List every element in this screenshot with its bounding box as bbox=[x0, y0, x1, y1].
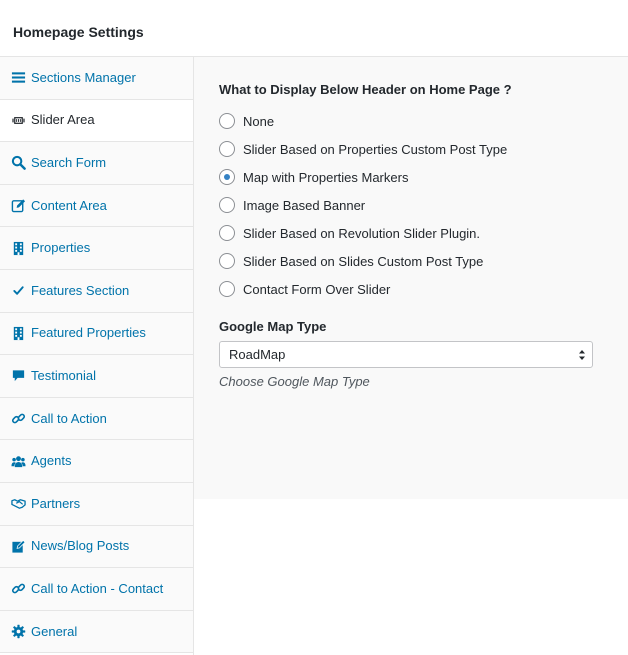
radio-button[interactable] bbox=[219, 113, 235, 129]
display-below-header-heading: What to Display Below Header on Home Pag… bbox=[219, 82, 512, 97]
select-arrows-icon bbox=[578, 348, 586, 362]
option-map-markers[interactable]: Map with Properties Markers bbox=[219, 163, 507, 191]
link-icon bbox=[10, 581, 26, 597]
sidebar-item-general[interactable]: General bbox=[0, 610, 193, 654]
select-value: RoadMap bbox=[229, 347, 286, 362]
sidebar-item-partners[interactable]: Partners bbox=[0, 482, 193, 526]
sidebar-item-label: Search Form bbox=[31, 154, 107, 170]
building-icon bbox=[10, 240, 26, 256]
option-slides-post-type[interactable]: Slider Based on Slides Custom Post Type bbox=[219, 247, 507, 275]
page-header: Homepage Settings bbox=[0, 0, 628, 57]
comment-icon bbox=[10, 368, 26, 384]
building-icon bbox=[10, 325, 26, 341]
sidebar-item-call-to-action[interactable]: Call to Action bbox=[0, 397, 193, 441]
radio-button[interactable] bbox=[219, 225, 235, 241]
sidebar-item-label: Partners bbox=[31, 495, 81, 511]
sidebar-item-label: Properties bbox=[31, 240, 91, 256]
radio-button[interactable] bbox=[219, 281, 235, 297]
slider-area-panel: What to Display Below Header on Home Pag… bbox=[194, 57, 628, 499]
sidebar-item-featured-properties[interactable]: Featured Properties bbox=[0, 312, 193, 356]
option-slider-properties[interactable]: Slider Based on Properties Custom Post T… bbox=[219, 135, 507, 163]
radio-button-checked[interactable] bbox=[219, 169, 235, 185]
option-revolution-slider[interactable]: Slider Based on Revolution Slider Plugin… bbox=[219, 219, 507, 247]
sections-sidebar: Sections Manager Slider Area Search Form… bbox=[0, 57, 194, 655]
sidebar-item-properties[interactable]: Properties bbox=[0, 227, 193, 270]
radio-label: None bbox=[243, 113, 275, 129]
edit-icon bbox=[10, 198, 26, 214]
google-map-type-select[interactable]: RoadMap bbox=[219, 341, 593, 368]
google-map-type-heading: Google Map Type bbox=[219, 319, 327, 334]
link-icon bbox=[10, 411, 26, 427]
sidebar-item-slider-area[interactable]: Slider Area bbox=[0, 99, 193, 143]
slider-icon bbox=[10, 112, 26, 128]
option-image-banner[interactable]: Image Based Banner bbox=[219, 191, 507, 219]
sidebar-item-label: Featured Properties bbox=[31, 325, 146, 341]
sidebar-item-call-to-action-contact[interactable]: Call to Action - Contact bbox=[0, 568, 193, 611]
sidebar-item-label: Agents bbox=[31, 453, 72, 469]
radio-label: Slider Based on Revolution Slider Plugin… bbox=[243, 225, 481, 241]
radio-label: Slider Based on Slides Custom Post Type bbox=[243, 253, 484, 269]
handshake-icon bbox=[10, 496, 26, 512]
sidebar-item-label: Call to Action - Contact bbox=[31, 580, 164, 596]
option-contact-form[interactable]: Contact Form Over Slider bbox=[219, 275, 507, 303]
sidebar-item-label: News/Blog Posts bbox=[31, 538, 130, 554]
page-title: Homepage Settings bbox=[13, 24, 144, 40]
search-icon bbox=[10, 155, 26, 171]
sidebar-item-label: Testimonial bbox=[31, 367, 97, 383]
sidebar-item-label: Call to Action bbox=[31, 410, 107, 426]
sidebar-item-label: Slider Area bbox=[31, 112, 95, 128]
radio-label: Image Based Banner bbox=[243, 197, 366, 213]
google-map-type-description: Choose Google Map Type bbox=[219, 374, 370, 389]
sidebar-item-label: Content Area bbox=[31, 197, 107, 213]
gear-icon bbox=[10, 624, 26, 640]
users-icon bbox=[10, 453, 26, 469]
sidebar-item-content-area[interactable]: Content Area bbox=[0, 184, 193, 228]
radio-button[interactable] bbox=[219, 197, 235, 213]
sidebar-item-news-blog-posts[interactable]: News/Blog Posts bbox=[0, 525, 193, 569]
sidebar-item-sections-manager[interactable]: Sections Manager bbox=[0, 57, 193, 100]
sidebar-item-features-section[interactable]: Features Section bbox=[0, 269, 193, 313]
sidebar-item-testimonial[interactable]: Testimonial bbox=[0, 355, 193, 398]
sidebar-item-label: Sections Manager bbox=[31, 69, 136, 85]
radio-button[interactable] bbox=[219, 253, 235, 269]
check-icon bbox=[10, 283, 26, 299]
display-options-radio-group: None Slider Based on Properties Custom P… bbox=[219, 107, 507, 303]
radio-button[interactable] bbox=[219, 141, 235, 157]
sidebar-item-search-form[interactable]: Search Form bbox=[0, 142, 193, 185]
sidebar-item-agents[interactable]: Agents bbox=[0, 440, 193, 483]
sidebar-item-label: Features Section bbox=[31, 282, 130, 298]
option-none[interactable]: None bbox=[219, 107, 507, 135]
radio-label: Slider Based on Properties Custom Post T… bbox=[243, 141, 508, 157]
edit-icon bbox=[10, 538, 26, 554]
radio-label: Map with Properties Markers bbox=[243, 169, 409, 185]
sidebar-item-label: General bbox=[31, 623, 78, 639]
radio-label: Contact Form Over Slider bbox=[243, 281, 391, 297]
list-icon bbox=[10, 70, 26, 86]
